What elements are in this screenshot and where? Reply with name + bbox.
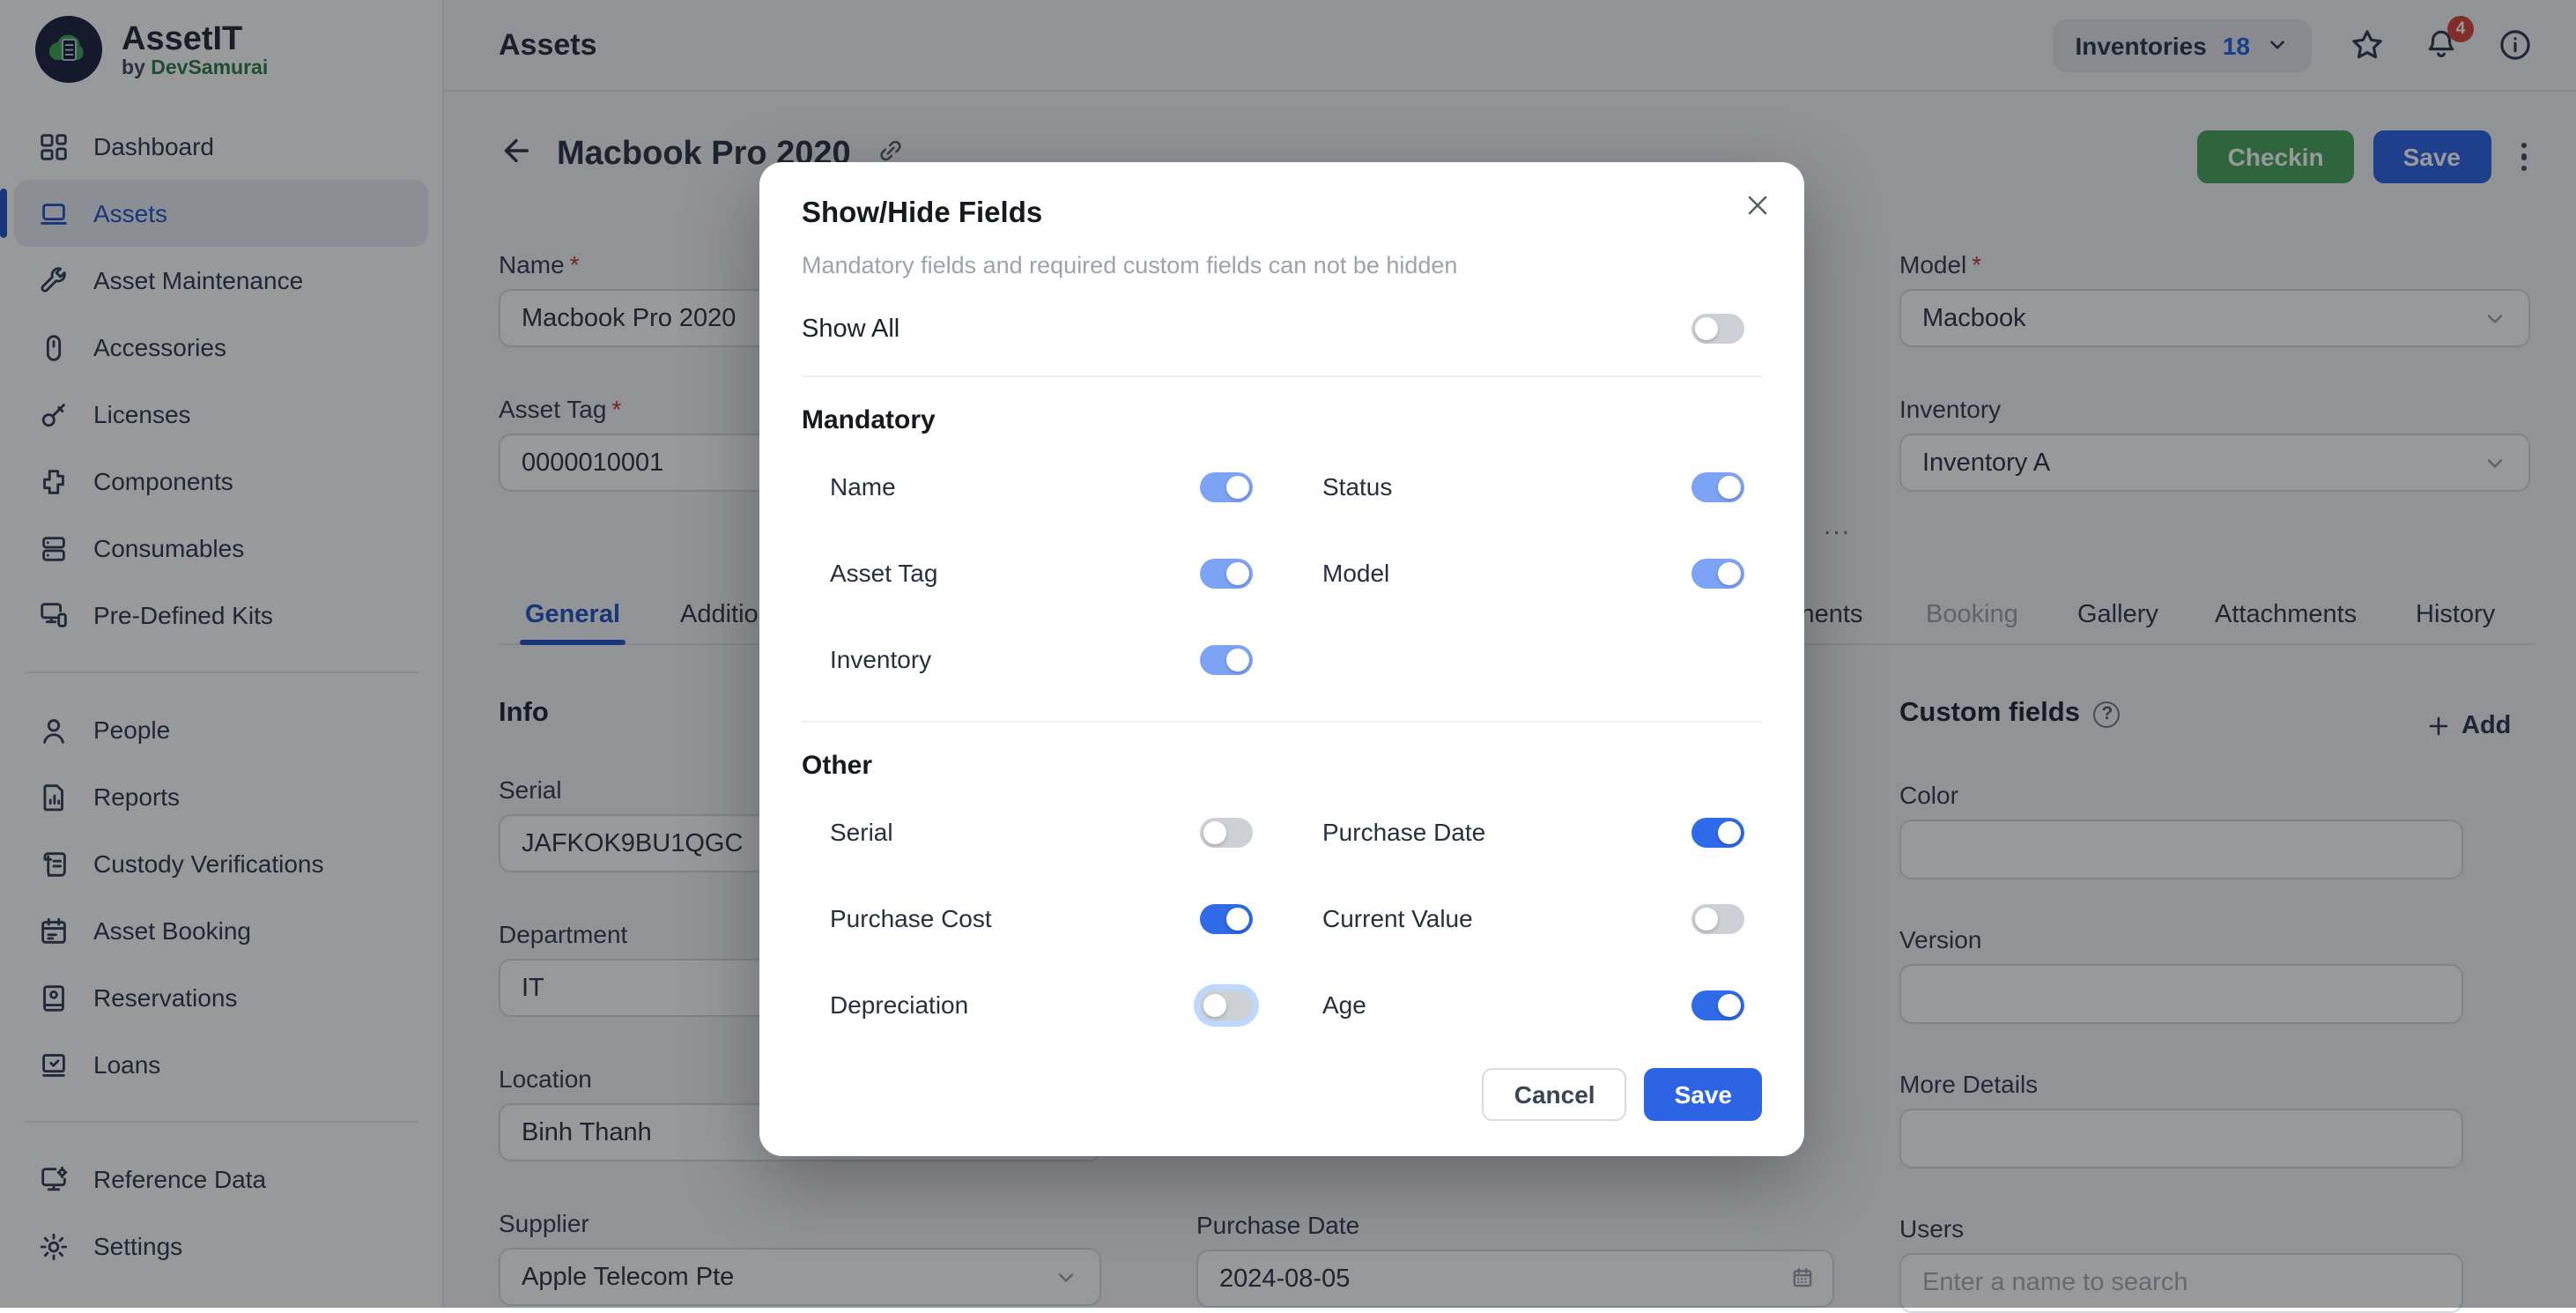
toggle-row-model: Model [1322, 553, 1762, 592]
purchase-cost-toggle[interactable] [1199, 903, 1252, 933]
modal-title: Show/Hide Fields [802, 197, 1762, 231]
toggle-row-current-value: Current Value [1322, 899, 1762, 938]
toggle-row-depreciation: Depreciation [830, 985, 1269, 1024]
model-toggle[interactable] [1691, 558, 1744, 588]
serial-toggle[interactable] [1199, 817, 1252, 847]
inventory-toggle[interactable] [1199, 644, 1252, 674]
status-toggle[interactable] [1691, 471, 1744, 501]
show-all-row: Show All [802, 314, 1762, 344]
other-fields-grid: Serial Purchase Date Purchase Cost Curre… [802, 812, 1762, 1024]
toggle-row-asset-tag: Asset Tag [830, 553, 1269, 592]
toggle-row-purchase-cost: Purchase Cost [830, 899, 1269, 938]
toggle-row-serial: Serial [830, 812, 1269, 851]
modal-save-button[interactable]: Save [1645, 1068, 1762, 1121]
current-value-toggle[interactable] [1691, 903, 1744, 933]
modal-footer: Cancel Save [802, 1068, 1762, 1121]
toggle-row-age: Age [1322, 985, 1762, 1024]
mandatory-heading: Mandatory [802, 405, 1762, 435]
show-all-toggle[interactable] [1691, 314, 1744, 344]
asset-tag-toggle[interactable] [1199, 558, 1252, 588]
depreciation-toggle[interactable] [1199, 990, 1252, 1020]
age-toggle[interactable] [1691, 990, 1744, 1020]
mandatory-fields-grid: Name Status Asset Tag Model Inventory [802, 467, 1762, 679]
other-heading: Other [802, 751, 1762, 781]
close-icon[interactable] [1744, 192, 1771, 227]
show-hide-fields-modal: Show/Hide Fields Mandatory fields and re… [759, 162, 1804, 1156]
toggle-row-purchase-date: Purchase Date [1322, 812, 1762, 851]
cancel-button[interactable]: Cancel [1483, 1068, 1627, 1121]
modal-divider [802, 721, 1762, 723]
toggle-row-status: Status [1322, 467, 1762, 506]
name-toggle[interactable] [1199, 471, 1252, 501]
modal-subtitle: Mandatory fields and required custom fie… [802, 252, 1762, 278]
toggle-row-name: Name [830, 467, 1269, 506]
screen: AssetIT by DevSamurai Dashboard Assets A… [0, 0, 2576, 1308]
modal-divider [802, 375, 1762, 377]
purchase-date-toggle[interactable] [1691, 817, 1744, 847]
toggle-row-inventory: Inventory [830, 640, 1269, 679]
